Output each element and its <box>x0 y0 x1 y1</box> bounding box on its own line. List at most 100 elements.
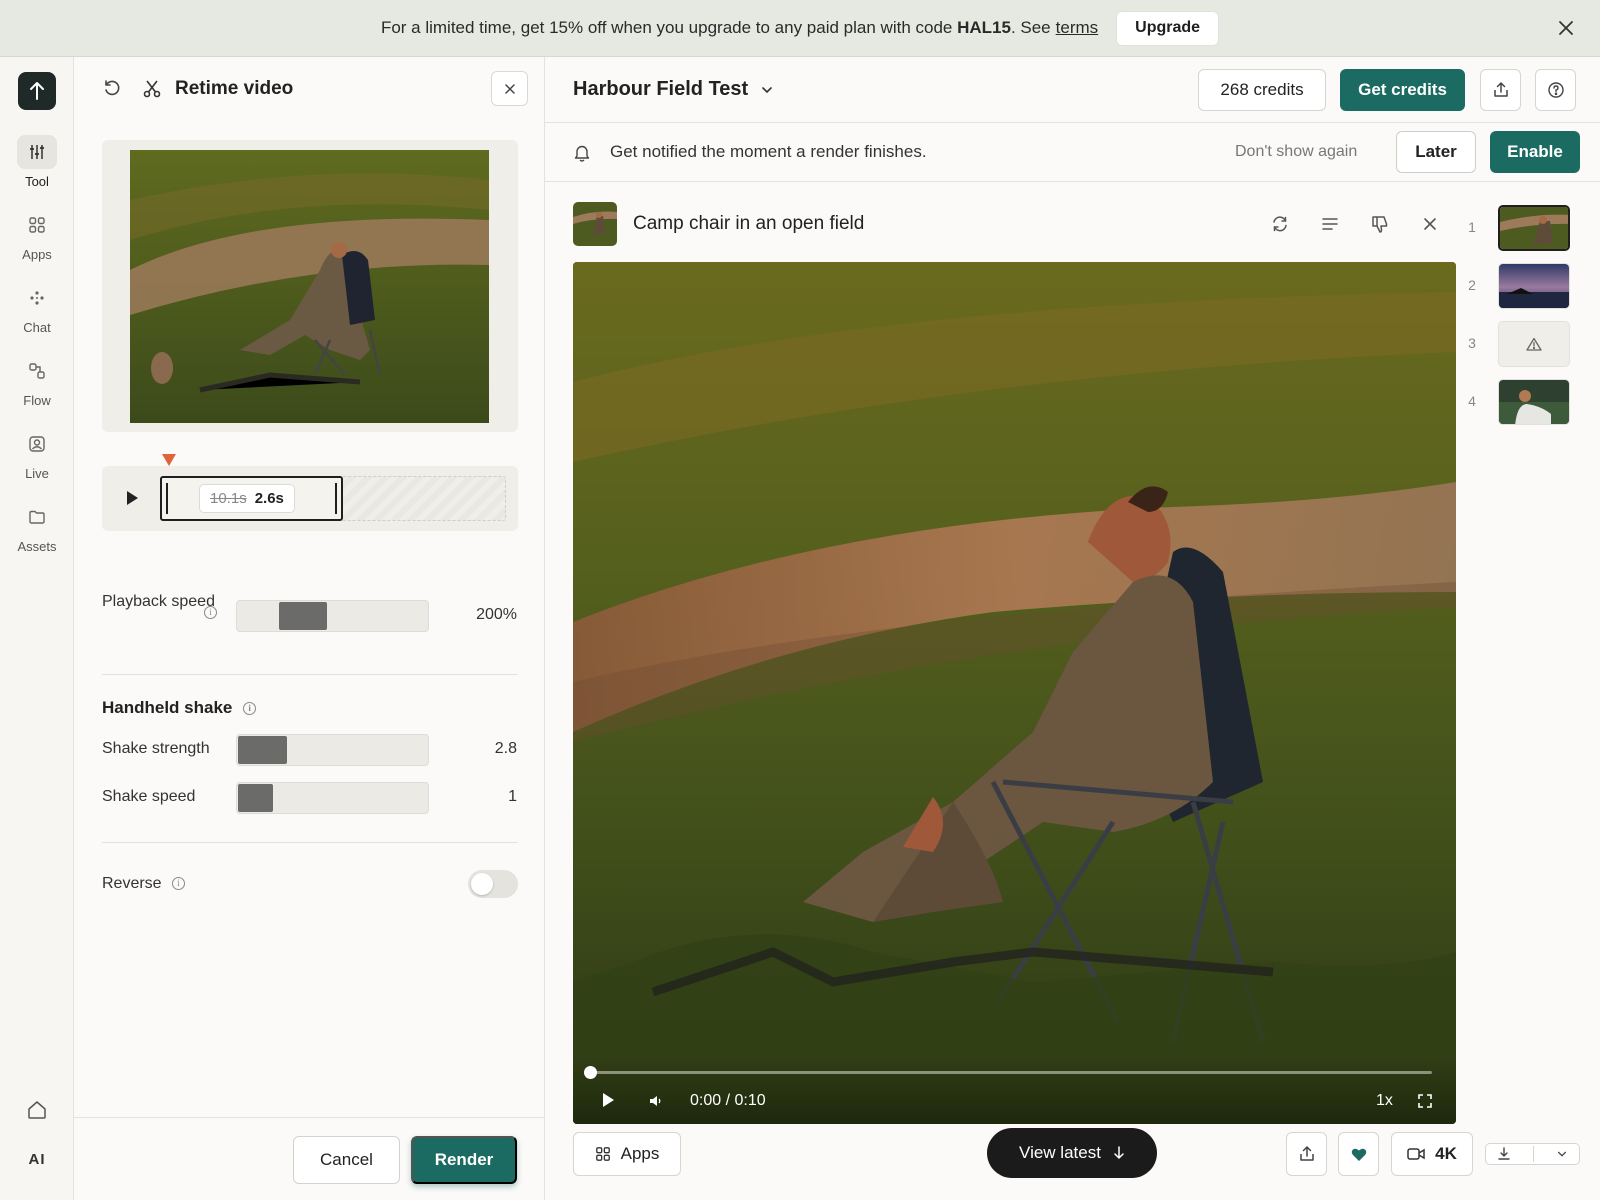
version-number: 1 <box>1468 219 1476 235</box>
new-duration: 2.6s <box>254 490 284 507</box>
app-logo[interactable] <box>18 72 56 110</box>
top-bar: Harbour Field Test 268 credits Get credi… <box>545 57 1600 123</box>
original-duration: 10.1s <box>210 490 247 507</box>
rail-item-label: Assets <box>17 539 57 554</box>
rail-item-flow[interactable]: Flow <box>0 354 74 408</box>
close-icon[interactable] <box>1556 18 1576 38</box>
panel-footer: Cancel Render <box>74 1117 545 1200</box>
trim-end-handle[interactable] <box>335 483 337 514</box>
close-icon[interactable] <box>1420 214 1440 239</box>
later-button[interactable]: Later <box>1396 131 1476 173</box>
help-icon <box>1547 82 1564 98</box>
rail-item-tool[interactable]: Tool <box>0 135 74 189</box>
favorite-button[interactable] <box>1338 1132 1379 1176</box>
share-button[interactable] <box>1286 1132 1327 1176</box>
close-panel-button[interactable] <box>491 71 528 106</box>
version-thumbnail[interactable]: 1 <box>1465 205 1590 251</box>
arrow-down-icon <box>1114 1146 1124 1159</box>
thumbnail-image <box>1498 263 1570 309</box>
trim-timeline: 10.1s 2.6s <box>102 454 518 531</box>
rail-item-assets[interactable]: Assets <box>0 500 74 554</box>
rail-item-chat[interactable]: Chat <box>0 281 74 335</box>
rail-item-apps[interactable]: Apps <box>0 208 74 262</box>
person-badge-icon <box>17 427 57 461</box>
version-number: 4 <box>1468 393 1476 409</box>
banner-text: For a limited time, get 15% off when you… <box>380 18 1051 37</box>
toggle-knob <box>471 873 493 895</box>
fullscreen-icon[interactable] <box>1417 1093 1433 1114</box>
handheld-shake-title: Handheld shake i <box>102 698 257 718</box>
dont-show-again-link[interactable]: Don't show again <box>1235 143 1357 161</box>
left-rail: Tool Apps Chat Flow Live Assets AI <box>0 57 74 1200</box>
playhead-marker[interactable] <box>162 454 176 466</box>
rail-item-label: Tool <box>25 174 49 189</box>
divider <box>102 674 518 675</box>
reverse-toggle[interactable] <box>468 870 518 898</box>
terms-link[interactable]: terms <box>1056 18 1099 38</box>
thumbnail-image <box>1498 205 1570 251</box>
reverse-label: Reverse i <box>102 875 186 893</box>
split-divider <box>1533 1146 1534 1162</box>
download-split-button[interactable] <box>1485 1143 1580 1165</box>
play-icon[interactable] <box>125 490 139 511</box>
playback-rate[interactable]: 1x <box>1376 1092 1393 1110</box>
ai-button[interactable]: AI <box>0 1151 74 1168</box>
video-frame <box>573 262 1456 1124</box>
rail-item-label: Flow <box>23 393 51 408</box>
info-icon[interactable]: i <box>243 702 257 716</box>
project-title: Harbour Field Test <box>573 78 749 100</box>
video-progress-track[interactable] <box>590 1071 1432 1074</box>
chevron-down-icon <box>762 86 773 93</box>
apps-button[interactable]: Apps <box>573 1132 681 1176</box>
volume-icon[interactable] <box>648 1093 664 1114</box>
quality-label: 4K <box>1435 1144 1457 1163</box>
share-icon <box>1299 1146 1314 1161</box>
shake-strength-slider[interactable] <box>236 734 429 766</box>
undo-icon[interactable] <box>102 79 122 104</box>
divider <box>102 842 518 843</box>
bell-icon <box>573 143 591 168</box>
trim-selection[interactable]: 10.1s 2.6s <box>160 476 343 521</box>
main-area: Harbour Field Test 268 credits Get credi… <box>545 57 1600 1200</box>
rail-item-label: Chat <box>23 320 51 335</box>
grid-icon <box>17 208 57 242</box>
thumbs-down-icon[interactable] <box>1370 214 1390 239</box>
folder-icon <box>17 500 57 534</box>
help-button[interactable] <box>1535 69 1576 111</box>
version-thumbnail[interactable]: 2 <box>1465 263 1590 309</box>
project-selector[interactable]: Harbour Field Test <box>573 78 774 101</box>
grid-icon <box>595 1147 610 1161</box>
version-thumbnail[interactable]: 4 <box>1465 379 1590 425</box>
info-icon[interactable]: i <box>172 877 186 891</box>
thumbnail-image <box>1498 379 1570 425</box>
share-button[interactable] <box>1480 69 1521 111</box>
render-button[interactable]: Render <box>411 1136 517 1184</box>
video-player[interactable]: 0:00 / 0:10 1x <box>573 262 1456 1124</box>
cancel-button[interactable]: Cancel <box>293 1136 400 1184</box>
card-thumbnail <box>573 202 617 246</box>
flow-icon <box>17 354 57 388</box>
apps-button-label: Apps <box>620 1144 660 1163</box>
playback-speed-thumb[interactable] <box>279 602 327 630</box>
lines-icon[interactable] <box>1320 214 1340 239</box>
regenerate-icon[interactable] <box>1270 214 1290 239</box>
warning-icon <box>1498 321 1570 367</box>
shake-speed-slider[interactable] <box>236 782 429 814</box>
play-icon[interactable] <box>601 1092 615 1113</box>
promo-banner: For a limited time, get 15% off when you… <box>0 0 1600 57</box>
quality-button[interactable]: 4K <box>1391 1132 1473 1176</box>
home-icon[interactable] <box>26 1099 48 1126</box>
rail-item-live[interactable]: Live <box>0 427 74 481</box>
playback-speed-slider[interactable] <box>236 600 429 632</box>
view-latest-button[interactable]: View latest <box>987 1128 1157 1178</box>
trim-start-handle[interactable] <box>166 483 168 514</box>
video-progress-handle[interactable] <box>584 1066 597 1079</box>
upgrade-button[interactable]: Upgrade <box>1116 10 1220 46</box>
get-credits-button[interactable]: Get credits <box>1340 69 1465 111</box>
sliders-icon <box>17 135 57 169</box>
credits-badge[interactable]: 268 credits <box>1198 69 1326 111</box>
panel-title: Retime video <box>175 78 294 99</box>
info-icon[interactable]: i <box>204 606 217 619</box>
version-thumbnail[interactable]: 3 <box>1465 321 1590 367</box>
enable-button[interactable]: Enable <box>1490 131 1580 173</box>
